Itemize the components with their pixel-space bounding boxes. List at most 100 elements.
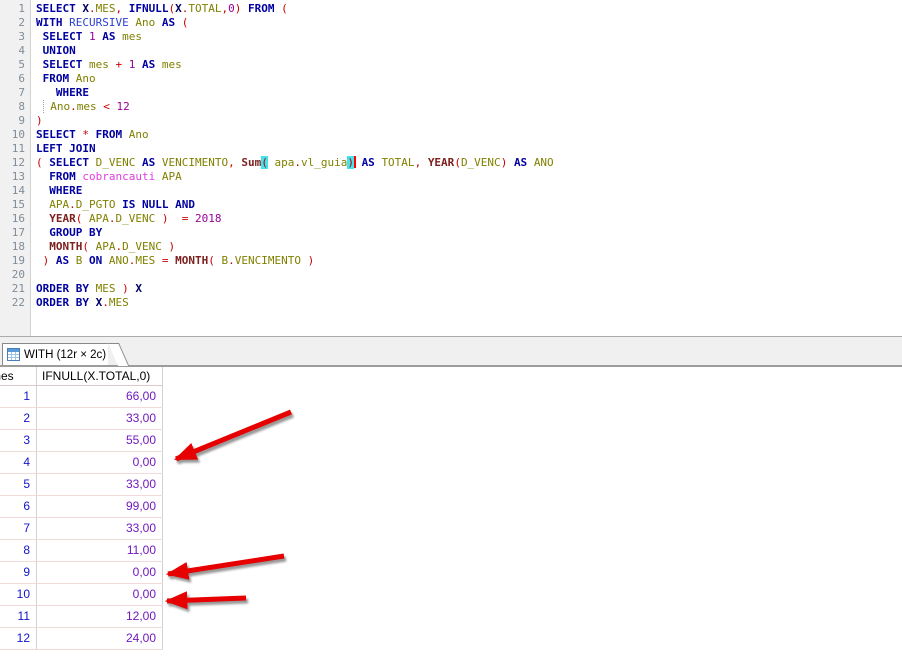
code-token: WHERE <box>56 86 89 99</box>
results-tab[interactable]: WITH (12r × 2c) <box>2 343 108 365</box>
code-line[interactable]: SELECT * FROM Ano <box>32 128 902 142</box>
grid-row: 533,00 <box>0 474 163 496</box>
code-token: ) <box>347 156 354 169</box>
grid-body: 166,00233,00355,0040,00533,00699,00733,0… <box>0 386 902 650</box>
code-line[interactable]: SELECT 1 AS mes <box>32 30 902 44</box>
line-number: 2 <box>0 16 30 30</box>
grid-cell-mes[interactable]: 9 <box>0 562 37 583</box>
code-token: SELECT <box>49 156 95 169</box>
grid-cell-mes[interactable]: 4 <box>0 452 37 473</box>
code-token: X <box>175 2 182 15</box>
line-number: 9 <box>0 114 30 128</box>
column-header-total[interactable]: IFNULL(X.TOTAL,0) <box>37 367 163 385</box>
code-token: APA <box>89 212 109 225</box>
code-line[interactable] <box>32 268 902 282</box>
code-token: MONTH <box>49 240 82 253</box>
grid-cell-total[interactable]: 33,00 <box>37 518 163 539</box>
grid-cell-total[interactable]: 24,00 <box>37 628 163 649</box>
grid-cell-mes[interactable]: 7 <box>0 518 37 539</box>
code-token: AS <box>142 58 162 71</box>
code-token: ) <box>301 254 314 267</box>
grid-cell-total[interactable]: 33,00 <box>37 408 163 429</box>
code-line[interactable]: ) AS B ON ANO.MES = MONTH( B.VENCIMENTO … <box>32 254 902 268</box>
grid-cell-total[interactable]: 0,00 <box>37 452 163 473</box>
code-token: , <box>115 2 128 15</box>
code-line[interactable]: FROM Ano <box>32 72 902 86</box>
code-line[interactable]: GROUP BY <box>32 226 902 240</box>
grid-cell-total[interactable]: 33,00 <box>37 474 163 495</box>
code-token: ( <box>261 156 268 169</box>
grid-cell-total[interactable]: 0,00 <box>37 584 163 605</box>
code-token: 12 <box>117 100 130 113</box>
line-number: 17 <box>0 226 30 240</box>
code-token: ORDER BY <box>36 282 96 295</box>
code-token: D_VENC <box>122 240 162 253</box>
grid-cell-total[interactable]: 12,00 <box>37 606 163 627</box>
code-token: SELECT <box>36 2 82 15</box>
code-token: . <box>109 212 116 225</box>
code-line[interactable]: ORDER BY MES ) X <box>32 282 902 296</box>
grid-cell-total[interactable]: 0,00 <box>37 562 163 583</box>
grid-cell-mes[interactable]: 11 <box>0 606 37 627</box>
code-line[interactable]: SELECT mes + 1 AS mes <box>32 58 902 72</box>
code-token: ( <box>182 16 189 29</box>
line-number: 14 <box>0 184 30 198</box>
code-token: D_VENC <box>96 156 142 169</box>
code-token: AS <box>102 30 122 43</box>
results-tab-label: WITH (12r × 2c) <box>24 349 106 361</box>
grid-cell-mes[interactable]: 1 <box>0 386 37 407</box>
results-tab-bar: WITH (12r × 2c) <box>0 336 902 367</box>
code-token: cobrancauti <box>82 170 161 183</box>
line-number-gutter: 12345678910111213141516171819202122 <box>0 0 31 336</box>
code-token: . <box>69 198 76 211</box>
code-line[interactable]: YEAR( APA.D_VENC ) = 2018 <box>32 212 902 226</box>
code-token: AS <box>162 16 182 29</box>
grid-cell-mes[interactable]: 5 <box>0 474 37 495</box>
code-line[interactable]: APA.D_PGTO IS NULL AND <box>32 198 902 212</box>
code-line[interactable]: LEFT JOIN <box>32 142 902 156</box>
code-line[interactable]: UNION <box>32 44 902 58</box>
code-token: D_VENC <box>116 212 156 225</box>
code-token: FROM <box>49 170 82 183</box>
line-number: 4 <box>0 44 30 58</box>
code-token: . <box>89 2 96 15</box>
code-line[interactable]: ) <box>32 114 902 128</box>
code-token: X <box>135 282 142 295</box>
grid-cell-total[interactable]: 55,00 <box>37 430 163 451</box>
code-token: MES <box>135 254 162 267</box>
grid-cell-mes[interactable]: 10 <box>0 584 37 605</box>
code-line[interactable]: SELECT X.MES, IFNULL(X.TOTAL,0) FROM ( <box>32 2 902 16</box>
code-token <box>36 170 49 183</box>
code-token: FROM <box>96 128 129 141</box>
code-line[interactable]: WHERE <box>32 86 902 100</box>
code-token: YEAR <box>49 212 76 225</box>
column-header-mes[interactable]: mes <box>0 367 37 385</box>
grid-cell-total[interactable]: 11,00 <box>37 540 163 561</box>
code-token: ( <box>208 254 221 267</box>
code-token: , <box>415 156 428 169</box>
code-token <box>36 198 49 211</box>
grid-row: 1224,00 <box>0 628 163 650</box>
grid-cell-mes[interactable]: 8 <box>0 540 37 561</box>
grid-cell-total[interactable]: 66,00 <box>37 386 163 407</box>
code-line[interactable]: Ano.mes < 12 <box>32 100 902 114</box>
code-line[interactable]: WITH RECURSIVE Ano AS ( <box>32 16 902 30</box>
code-line[interactable]: ( SELECT D_VENC AS VENCIMENTO, Sum( apa.… <box>32 156 902 170</box>
code-token: = <box>162 254 175 267</box>
code-token: ANO <box>534 156 554 169</box>
grid-row: 233,00 <box>0 408 163 430</box>
grid-cell-total[interactable]: 99,00 <box>37 496 163 517</box>
grid-cell-mes[interactable]: 3 <box>0 430 37 451</box>
grid-row: 699,00 <box>0 496 163 518</box>
code-token: ) <box>36 114 43 127</box>
code-token: ) <box>235 2 248 15</box>
code-line[interactable]: ORDER BY X.MES <box>32 296 902 310</box>
grid-cell-mes[interactable]: 2 <box>0 408 37 429</box>
grid-cell-mes[interactable]: 6 <box>0 496 37 517</box>
code-line[interactable]: FROM cobrancauti APA <box>32 170 902 184</box>
grid-cell-mes[interactable]: 12 <box>0 628 37 649</box>
code-line[interactable]: MONTH( APA.D_VENC ) <box>32 240 902 254</box>
code-token: AS <box>142 156 162 169</box>
sql-editor[interactable]: 12345678910111213141516171819202122 SELE… <box>0 0 902 336</box>
code-line[interactable]: WHERE <box>32 184 902 198</box>
